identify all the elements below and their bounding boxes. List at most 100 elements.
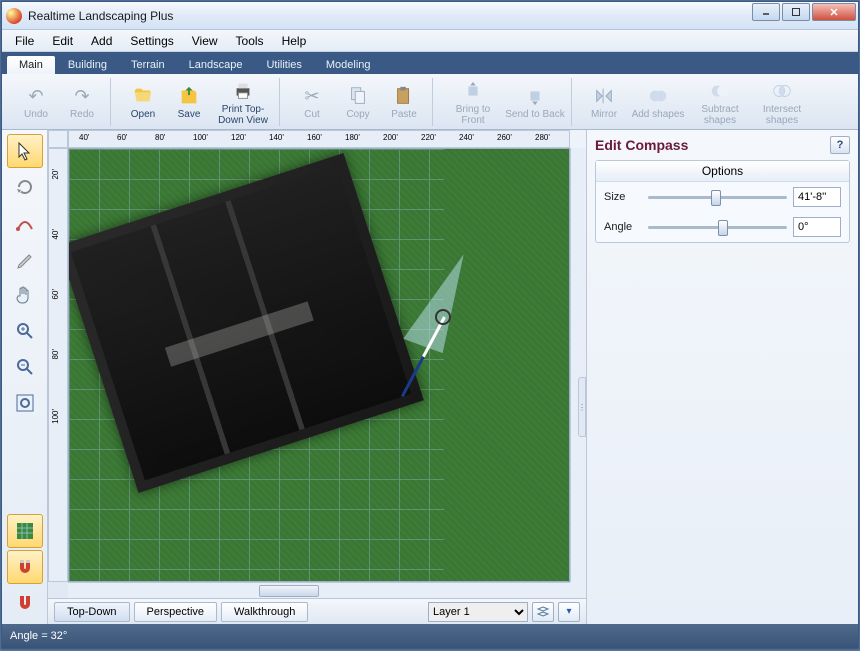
pen-tool[interactable] — [7, 242, 43, 276]
bring-to-front-button[interactable]: Bring to Front — [443, 78, 503, 126]
folder-open-icon — [130, 83, 156, 109]
union-icon — [645, 83, 671, 109]
mirror-icon — [591, 83, 617, 109]
undo-icon: ↶ — [23, 83, 49, 109]
magnet-settings-icon — [15, 593, 35, 613]
left-toolbar — [2, 130, 48, 624]
statusbar: Angle = 32° — [2, 624, 858, 648]
tab-main[interactable]: Main — [6, 55, 56, 74]
tab-terrain[interactable]: Terrain — [119, 56, 177, 74]
titlebar: Realtime Landscaping Plus — [2, 2, 858, 30]
mirror-button[interactable]: Mirror — [582, 78, 626, 126]
zoom-fit-icon — [15, 393, 35, 413]
subtract-icon — [707, 78, 733, 104]
grid-toggle[interactable] — [7, 514, 43, 548]
rotate-tool[interactable] — [7, 170, 43, 204]
menu-edit[interactable]: Edit — [43, 32, 82, 50]
arrow-cursor-icon — [15, 141, 35, 161]
pan-tool[interactable] — [7, 278, 43, 312]
size-slider[interactable] — [648, 189, 787, 205]
main-area: 40'60'80'100'120'140'160'180'200'220'240… — [2, 130, 858, 624]
size-label: Size — [604, 191, 642, 203]
layers-button[interactable] — [532, 602, 554, 622]
maximize-button[interactable] — [782, 3, 810, 21]
layers-icon — [536, 605, 550, 619]
rotate-handle-icon[interactable] — [435, 309, 451, 325]
add-shapes-button[interactable]: Add shapes — [628, 78, 688, 126]
undo-button[interactable]: ↶Undo — [14, 78, 58, 126]
panel-collapse-handle[interactable]: ⋮ — [578, 377, 586, 437]
angle-input[interactable] — [793, 217, 841, 237]
scissors-icon: ✂ — [299, 83, 325, 109]
view-tab-topdown[interactable]: Top-Down — [54, 602, 130, 622]
angle-label: Angle — [604, 221, 642, 233]
menubar: File Edit Add Settings View Tools Help — [2, 30, 858, 52]
scrollbar-horizontal[interactable] — [68, 582, 570, 598]
menu-tools[interactable]: Tools — [227, 32, 273, 50]
canvas-area: 40'60'80'100'120'140'160'180'200'220'240… — [48, 130, 586, 624]
help-icon: ? — [837, 139, 844, 151]
app-icon — [6, 8, 22, 24]
curve-icon — [15, 213, 35, 233]
tab-utilities[interactable]: Utilities — [254, 56, 313, 74]
select-tool[interactable] — [7, 134, 43, 168]
slider-thumb[interactable] — [711, 190, 721, 206]
view-tab-walkthrough[interactable]: Walkthrough — [221, 602, 308, 622]
layer-dropdown-button[interactable]: ▾ — [558, 602, 580, 622]
help-button[interactable]: ? — [830, 136, 850, 154]
compass-object[interactable] — [419, 249, 461, 349]
slider-thumb[interactable] — [718, 220, 728, 236]
redo-button[interactable]: ↷Redo — [60, 78, 104, 126]
menu-file[interactable]: File — [6, 32, 43, 50]
send-to-back-button[interactable]: Send to Back — [505, 78, 565, 126]
tab-modeling[interactable]: Modeling — [314, 56, 383, 74]
snap-toggle[interactable] — [7, 550, 43, 584]
hand-icon — [14, 284, 36, 306]
intersect-icon — [769, 78, 795, 104]
close-button[interactable] — [812, 3, 856, 21]
intersect-shapes-button[interactable]: Intersect shapes — [752, 78, 812, 126]
chevron-down-icon: ▾ — [566, 606, 571, 617]
scrollbar-vertical[interactable] — [570, 148, 586, 582]
app-window: Realtime Landscaping Plus File Edit Add … — [1, 1, 859, 649]
cut-button[interactable]: ✂Cut — [290, 78, 334, 126]
tab-building[interactable]: Building — [56, 56, 119, 74]
subtract-shapes-button[interactable]: Subtract shapes — [690, 78, 750, 126]
tab-landscape[interactable]: Landscape — [177, 56, 255, 74]
menu-settings[interactable]: Settings — [121, 32, 182, 50]
ruler-corner — [48, 130, 68, 148]
print-view-button[interactable]: Print Top-Down View — [213, 78, 273, 126]
design-viewport[interactable] — [68, 148, 570, 582]
ruler-vertical: 20'40'60'80'100' — [48, 148, 68, 582]
properties-panel: Edit Compass ? Options Size Angle — [586, 130, 858, 624]
layer-select[interactable]: Layer 1 — [428, 602, 528, 622]
printer-icon — [230, 78, 256, 104]
zoom-fit-tool[interactable] — [7, 386, 43, 420]
zoom-in-icon — [15, 321, 35, 341]
options-group: Options Size Angle — [595, 160, 850, 243]
save-button[interactable]: Save — [167, 78, 211, 126]
view-mode-bar: Top-Down Perspective Walkthrough Layer 1… — [48, 598, 586, 624]
redo-icon: ↷ — [69, 83, 95, 109]
paste-icon — [391, 83, 417, 109]
snap-settings[interactable] — [7, 586, 43, 620]
view-tab-perspective[interactable]: Perspective — [134, 602, 217, 622]
open-button[interactable]: Open — [121, 78, 165, 126]
zoom-out-icon — [15, 357, 35, 377]
copy-button[interactable]: Copy — [336, 78, 380, 126]
menu-help[interactable]: Help — [273, 32, 316, 50]
scrollbar-thumb[interactable] — [259, 585, 319, 597]
copy-icon — [345, 83, 371, 109]
magnet-icon — [15, 557, 35, 577]
bring-front-icon — [460, 78, 486, 104]
ruler-horizontal: 40'60'80'100'120'140'160'180'200'220'240… — [68, 130, 570, 148]
menu-add[interactable]: Add — [82, 32, 121, 50]
angle-slider[interactable] — [648, 219, 787, 235]
menu-view[interactable]: View — [183, 32, 227, 50]
zoom-out-tool[interactable] — [7, 350, 43, 384]
size-input[interactable] — [793, 187, 841, 207]
paste-button[interactable]: Paste — [382, 78, 426, 126]
curve-tool[interactable] — [7, 206, 43, 240]
minimize-button[interactable] — [752, 3, 780, 21]
zoom-in-tool[interactable] — [7, 314, 43, 348]
